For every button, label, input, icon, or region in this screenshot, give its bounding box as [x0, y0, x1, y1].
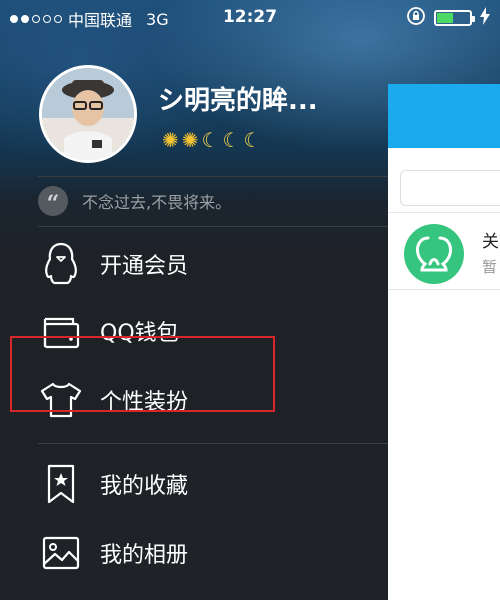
status-right [406, 6, 490, 30]
signature-row[interactable]: “ 不念过去,不畏将来。 [38, 186, 232, 217]
divider [38, 443, 388, 444]
charging-bolt-icon [480, 7, 490, 29]
rotation-lock-icon [406, 6, 426, 30]
moon-icon: ☾ [222, 128, 241, 152]
highlight-box [10, 336, 275, 412]
moon-icon: ☾ [201, 128, 220, 152]
bookmark-star-icon [38, 461, 84, 507]
friends-icon [416, 236, 452, 272]
friend-avatar[interactable] [404, 224, 464, 284]
menu-item-label: 开通会员 [100, 254, 189, 279]
divider [38, 226, 388, 227]
status-bar: 中国联通 3G 12:27 [0, 0, 500, 34]
friend-title: 关 [482, 232, 499, 252]
penguin-icon [38, 241, 84, 287]
sun-icon: ✺ [162, 128, 179, 152]
nickname[interactable]: シ明亮的眸... [158, 80, 318, 117]
profile-photo [42, 68, 134, 160]
signature-text: 不念过去,不畏将来。 [82, 193, 232, 212]
quote-icon: “ [38, 186, 68, 217]
moon-icon: ☾ [243, 128, 262, 152]
battery-icon [434, 10, 475, 26]
side-drawer: シ明亮的眸... ✺ ✺ ☾ ☾ ☾ “ 不念过去,不畏将来。 开通会员 QQ钱… [0, 34, 388, 600]
menu-item-favorites[interactable]: 我的收藏 [38, 454, 388, 514]
divider [388, 212, 500, 213]
menu-item-label: 我的收藏 [100, 474, 189, 499]
sun-icon: ✺ [181, 128, 199, 152]
battery-fill [437, 13, 453, 23]
menu-item-vip[interactable]: 开通会员 [38, 234, 388, 294]
menu-item-album[interactable]: 我的相册 [38, 523, 388, 583]
menu-item-label: 我的相册 [100, 543, 189, 568]
photo-icon [38, 530, 84, 576]
search-input[interactable] [400, 170, 500, 206]
divider [388, 289, 500, 290]
divider [38, 176, 388, 177]
avatar[interactable] [39, 65, 137, 163]
main-panel[interactable]: 关 暂 [388, 84, 500, 600]
main-header-bar [388, 84, 500, 148]
friend-subtitle: 暂 [482, 258, 498, 276]
qq-level-badges[interactable]: ✺ ✺ ☾ ☾ ☾ [162, 128, 261, 152]
